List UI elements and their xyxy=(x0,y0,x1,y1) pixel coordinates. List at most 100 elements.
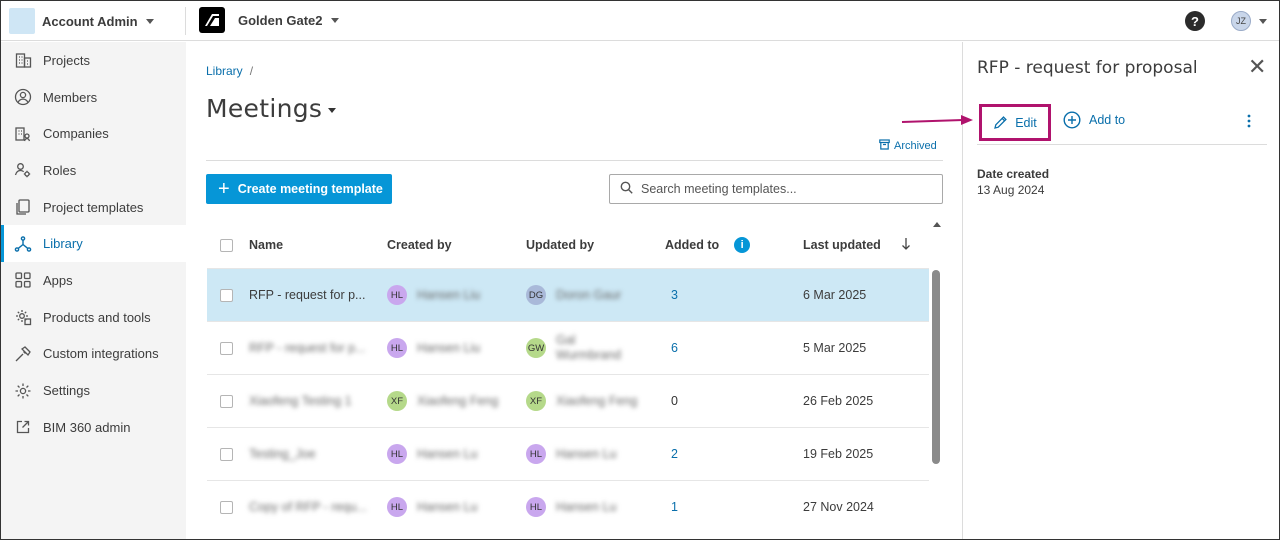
sidebar-item-label: Products and tools xyxy=(43,309,151,325)
sidebar-item-products-and-tools[interactable]: Products and tools xyxy=(1,299,186,336)
more-options-icon[interactable] xyxy=(1247,114,1251,131)
added-to-count[interactable]: 3 xyxy=(671,288,678,302)
column-header-created-by[interactable]: Created by xyxy=(387,238,452,252)
sidebar-item-members[interactable]: Members xyxy=(1,79,186,116)
added-to-count[interactable]: 1 xyxy=(671,500,678,514)
column-header-added-to-label: Added to xyxy=(665,238,720,252)
created-by-name: Hansen Lu xyxy=(417,500,478,514)
sidebar-item-library[interactable]: Library xyxy=(1,225,186,263)
select-all-checkbox[interactable] xyxy=(220,238,233,252)
sidebar-item-companies[interactable]: Companies xyxy=(1,115,186,152)
scroll-up-arrow-icon[interactable] xyxy=(933,222,941,227)
templates-table: Name Created by Updated by Added to i La… xyxy=(207,222,929,533)
chevron-down-icon xyxy=(330,17,339,23)
person-icon xyxy=(14,88,32,106)
avatar: DG xyxy=(526,285,546,305)
last-updated-date: 27 Nov 2024 xyxy=(803,500,874,514)
table-row[interactable]: Testing_Joe HL Hansen Lu HL Hansen Lu 2 … xyxy=(207,427,929,480)
archived-link[interactable]: Archived xyxy=(879,139,937,153)
sidebar-item-label: Companies xyxy=(43,126,109,142)
column-header-name[interactable]: Name xyxy=(249,238,283,252)
last-updated-date: 6 Mar 2025 xyxy=(803,288,867,302)
template-name[interactable]: Xiaofeng Testing 1 xyxy=(249,394,352,408)
project-switcher[interactable]: Golden Gate2 xyxy=(199,6,339,34)
search-box[interactable] xyxy=(609,174,943,204)
sidebar-item-roles[interactable]: Roles xyxy=(1,152,186,189)
added-to-count[interactable]: 2 xyxy=(671,447,678,461)
account-name: Account Admin xyxy=(42,13,138,29)
updated-by-cell: HL Hansen Lu xyxy=(526,497,616,517)
sidebar-item-projects[interactable]: Projects xyxy=(1,42,186,79)
sidebar-item-label: Apps xyxy=(43,272,73,288)
plus-circle-icon xyxy=(1063,111,1081,129)
column-header-last-updated[interactable]: Last updated xyxy=(803,238,881,252)
table-row[interactable]: Copy of RFP - requ... HL Hansen Lu HL Ha… xyxy=(207,480,929,533)
app-window: Account Admin Golden Gate2 ? JZ Projects… xyxy=(0,0,1280,540)
info-icon[interactable]: i xyxy=(734,237,751,253)
table-row[interactable]: RFP - request for p... HL Hansen Liu GW … xyxy=(207,321,929,374)
scrollbar-thumb[interactable] xyxy=(932,270,940,464)
library-icon xyxy=(14,235,32,253)
sidebar-item-apps[interactable]: Apps xyxy=(1,262,186,299)
row-checkbox[interactable] xyxy=(220,341,233,355)
avatar: XF xyxy=(387,391,407,411)
edit-button[interactable]: Edit xyxy=(979,104,1051,141)
user-menu[interactable]: JZ xyxy=(1231,11,1267,31)
column-header-added-to[interactable]: Added to i xyxy=(665,237,751,253)
date-created-label: Date created xyxy=(977,167,1050,181)
avatar: HL xyxy=(387,338,407,358)
page-title-dropdown[interactable]: Meetings xyxy=(206,94,337,123)
sort-descending-icon[interactable] xyxy=(901,237,911,253)
column-header-updated-by[interactable]: Updated by xyxy=(526,238,594,252)
external-link-icon xyxy=(14,418,32,436)
main-content: Library / Meetings Archived + Create meet… xyxy=(186,42,962,539)
archive-icon xyxy=(879,139,890,153)
sidebar-item-custom-integrations[interactable]: Custom integrations xyxy=(1,336,186,373)
sidebar-item-label: BIM 360 admin xyxy=(43,419,131,435)
table-row[interactable]: Xiaofeng Testing 1 XF Xiaofeng Feng XF X… xyxy=(207,374,929,427)
breadcrumb-link-library[interactable]: Library xyxy=(206,64,243,78)
updated-by-name: Hansen Lu xyxy=(556,447,617,461)
archived-label: Archived xyxy=(894,140,937,152)
table-row[interactable]: RFP - request for p... HL Hansen Liu DG … xyxy=(207,268,929,321)
avatar: HL xyxy=(526,497,546,517)
template-name[interactable]: RFP - request for p... xyxy=(249,341,365,355)
panel-title: RFP - request for proposal xyxy=(977,58,1198,78)
avatar: HL xyxy=(526,444,546,464)
plus-icon: + xyxy=(218,178,230,200)
row-checkbox[interactable] xyxy=(220,288,233,302)
created-by-name: Hansen Lu xyxy=(417,447,478,461)
sidebar-item-label: Settings xyxy=(43,383,90,399)
added-to-count[interactable]: 6 xyxy=(671,341,678,355)
sidebar-item-bim-360-admin[interactable]: BIM 360 admin xyxy=(1,409,186,446)
chevron-down-icon xyxy=(328,107,337,113)
close-icon[interactable]: ✕ xyxy=(1248,56,1266,78)
chevron-down-icon xyxy=(1259,18,1267,24)
sidebar-item-label: Custom integrations xyxy=(43,346,159,362)
create-button-label: Create meeting template xyxy=(237,182,383,196)
autodesk-logo-icon xyxy=(199,7,225,33)
created-by-name: Hansen Liu xyxy=(417,288,481,302)
template-name[interactable]: Testing_Joe xyxy=(249,447,316,461)
details-panel: RFP - request for proposal ✕ Edit Add to… xyxy=(962,42,1279,539)
last-updated-date: 5 Mar 2025 xyxy=(803,341,867,355)
template-name[interactable]: Copy of RFP - requ... xyxy=(249,500,367,514)
add-to-button[interactable]: Add to xyxy=(1063,111,1125,129)
updated-by-name: Hansen Lu xyxy=(556,500,617,514)
table-scrollbar[interactable] xyxy=(931,220,941,539)
breadcrumb: Library / xyxy=(206,64,253,78)
row-checkbox[interactable] xyxy=(220,447,233,461)
avatar: HL xyxy=(387,285,407,305)
help-icon[interactable]: ? xyxy=(1185,11,1205,31)
create-meeting-template-button[interactable]: + Create meeting template xyxy=(206,174,392,204)
sidebar-item-settings[interactable]: Settings xyxy=(1,372,186,409)
avatar: HL xyxy=(387,444,407,464)
search-input[interactable] xyxy=(641,182,931,196)
sidebar-item-project-templates[interactable]: Project templates xyxy=(1,189,186,226)
avatar: XF xyxy=(526,391,546,411)
template-name[interactable]: RFP - request for p... xyxy=(249,288,365,302)
last-updated-date: 19 Feb 2025 xyxy=(803,447,874,461)
row-checkbox[interactable] xyxy=(220,394,233,408)
row-checkbox[interactable] xyxy=(220,500,233,514)
account-switcher[interactable]: Account Admin xyxy=(9,7,154,35)
